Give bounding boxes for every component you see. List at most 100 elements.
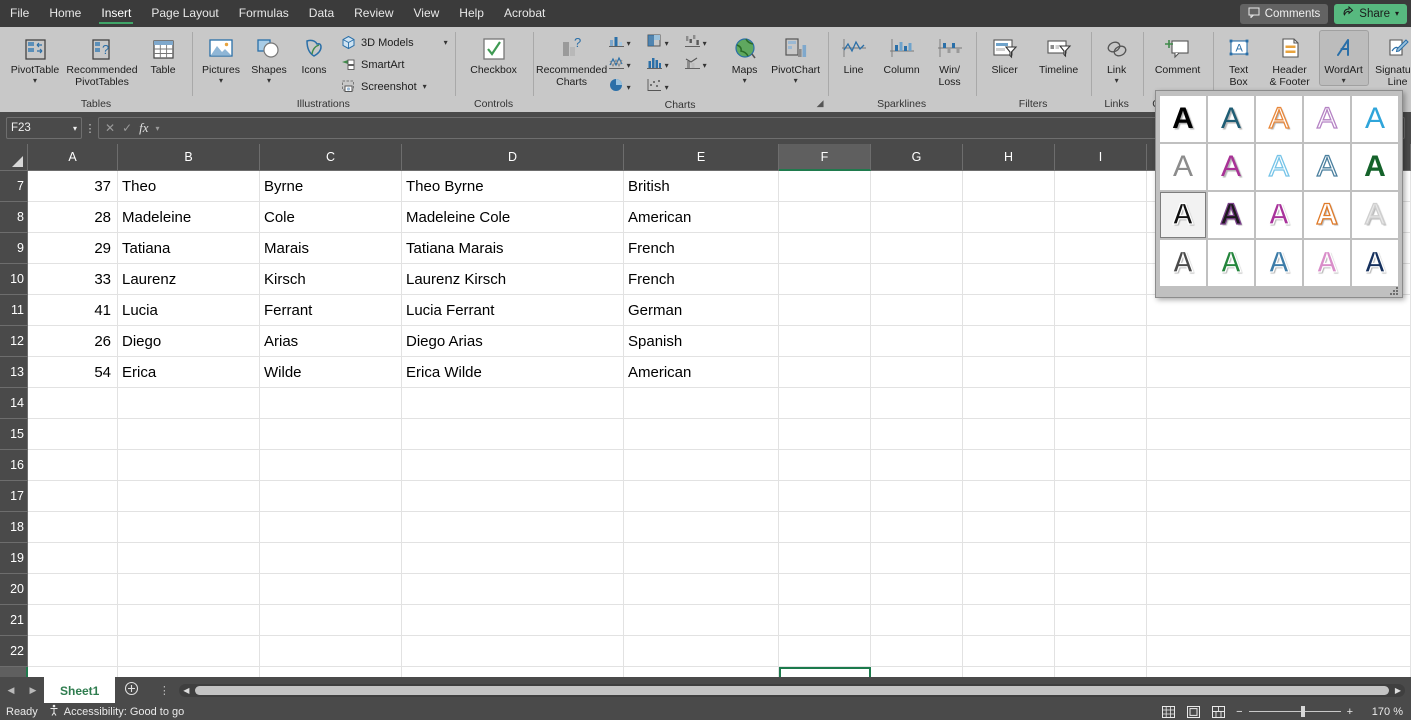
timeline-button[interactable]: Timeline bbox=[1031, 30, 1087, 78]
cell-G11[interactable] bbox=[871, 295, 963, 325]
cell-B9[interactable]: Tatiana bbox=[118, 233, 260, 263]
recommended-pivottables-button[interactable]: ? Recommended PivotTables bbox=[66, 30, 138, 89]
cell-B21[interactable] bbox=[118, 605, 260, 635]
cell-C21[interactable] bbox=[260, 605, 402, 635]
cell-A7[interactable]: 37 bbox=[28, 171, 118, 201]
cell-B17[interactable] bbox=[118, 481, 260, 511]
cell-A16[interactable] bbox=[28, 450, 118, 480]
cell-H10[interactable] bbox=[963, 264, 1055, 294]
chevron-down-icon[interactable]: ▾ bbox=[665, 83, 669, 92]
cell-F11[interactable] bbox=[779, 295, 871, 325]
shapes-button[interactable]: Shapes ▾ bbox=[247, 30, 291, 86]
cell-F19[interactable] bbox=[779, 543, 871, 573]
cell-E21[interactable] bbox=[624, 605, 779, 635]
page-layout-view-button[interactable] bbox=[1186, 705, 1201, 718]
horizontal-scrollbar[interactable]: ◀ ▶ bbox=[179, 683, 1405, 697]
cell-X18[interactable] bbox=[1147, 512, 1411, 542]
cell-I12[interactable] bbox=[1055, 326, 1147, 356]
column-header-C[interactable]: C bbox=[260, 144, 402, 171]
chevron-down-icon[interactable]: ▾ bbox=[73, 124, 77, 133]
select-all-corner[interactable] bbox=[0, 144, 28, 171]
row-header-9[interactable]: 9 bbox=[0, 233, 28, 264]
row-header-11[interactable]: 11 bbox=[0, 295, 28, 326]
wordart-style-4[interactable]: A bbox=[1304, 96, 1350, 142]
zoom-slider[interactable]: − + bbox=[1236, 706, 1353, 718]
cell-I19[interactable] bbox=[1055, 543, 1147, 573]
wordart-style-13[interactable]: A bbox=[1256, 192, 1302, 238]
cell-G8[interactable] bbox=[871, 202, 963, 232]
cell-C9[interactable]: Marais bbox=[260, 233, 402, 263]
row-header-16[interactable]: 16 bbox=[0, 450, 28, 481]
wordart-style-18[interactable]: A bbox=[1256, 240, 1302, 286]
cell-C11[interactable]: Ferrant bbox=[260, 295, 402, 325]
cell-A9[interactable]: 29 bbox=[28, 233, 118, 263]
cell-H22[interactable] bbox=[963, 636, 1055, 666]
checkbox-button[interactable]: Checkbox bbox=[459, 30, 529, 78]
zoom-in-button[interactable]: + bbox=[1347, 706, 1353, 718]
pivotchart-button[interactable]: PivotChart ▾ bbox=[768, 30, 824, 86]
split-handle[interactable]: ⋮ bbox=[155, 684, 173, 697]
cell-A15[interactable] bbox=[28, 419, 118, 449]
cell-B22[interactable] bbox=[118, 636, 260, 666]
page-break-view-button[interactable] bbox=[1211, 705, 1226, 718]
cell-G18[interactable] bbox=[871, 512, 963, 542]
wordart-style-12[interactable]: A bbox=[1208, 192, 1254, 238]
cell-H14[interactable] bbox=[963, 388, 1055, 418]
cell-I20[interactable] bbox=[1055, 574, 1147, 604]
accessibility-status[interactable]: Accessibility: Good to go bbox=[48, 704, 184, 719]
share-button[interactable]: Share ▾ bbox=[1334, 3, 1407, 24]
cell-G9[interactable] bbox=[871, 233, 963, 263]
cell-G10[interactable] bbox=[871, 264, 963, 294]
cell-B13[interactable]: Erica bbox=[118, 357, 260, 387]
name-box[interactable]: F23 ▾ bbox=[6, 117, 82, 139]
wordart-style-19[interactable]: A bbox=[1304, 240, 1350, 286]
cell-A10[interactable]: 33 bbox=[28, 264, 118, 294]
pictures-button[interactable]: Pictures ▾ bbox=[196, 30, 246, 86]
cell-B19[interactable] bbox=[118, 543, 260, 573]
wordart-style-1[interactable]: A bbox=[1160, 96, 1206, 142]
cell-E14[interactable] bbox=[624, 388, 779, 418]
cell-E16[interactable] bbox=[624, 450, 779, 480]
cell-B7[interactable]: Theo bbox=[118, 171, 260, 201]
statistic-chart-button[interactable]: ▾ bbox=[646, 54, 684, 76]
chevron-down-icon[interactable]: ▾ bbox=[423, 82, 427, 91]
cell-D7[interactable]: Theo Byrne bbox=[402, 171, 624, 201]
menu-item-home[interactable]: Home bbox=[39, 0, 91, 27]
chevron-down-icon[interactable]: ▾ bbox=[703, 61, 707, 70]
cell-X21[interactable] bbox=[1147, 605, 1411, 635]
column-header-E[interactable]: E bbox=[624, 144, 779, 171]
cell-A17[interactable] bbox=[28, 481, 118, 511]
cell-I22[interactable] bbox=[1055, 636, 1147, 666]
scroll-left-icon[interactable]: ◀ bbox=[179, 686, 193, 695]
cell-E18[interactable] bbox=[624, 512, 779, 542]
cell-C10[interactable]: Kirsch bbox=[260, 264, 402, 294]
cell-H12[interactable] bbox=[963, 326, 1055, 356]
column-header-D[interactable]: D bbox=[402, 144, 624, 171]
row-header-8[interactable]: 8 bbox=[0, 202, 28, 233]
wordart-button[interactable]: WordArt ▾ bbox=[1318, 30, 1369, 86]
cell-I8[interactable] bbox=[1055, 202, 1147, 232]
wordart-style-9[interactable]: A bbox=[1304, 144, 1350, 190]
prev-sheet-button[interactable]: ◀ bbox=[0, 685, 22, 696]
cell-E17[interactable] bbox=[624, 481, 779, 511]
chevron-down-icon[interactable]: ▾ bbox=[743, 76, 747, 85]
combo-chart-button[interactable]: ▾ bbox=[684, 54, 722, 76]
cell-H18[interactable] bbox=[963, 512, 1055, 542]
column-header-G[interactable]: G bbox=[871, 144, 963, 171]
chevron-down-icon[interactable]: ▾ bbox=[1342, 76, 1346, 85]
chevron-down-icon[interactable]: ▾ bbox=[1115, 76, 1119, 85]
cell-D11[interactable]: Lucia Ferrant bbox=[402, 295, 624, 325]
cell-H11[interactable] bbox=[963, 295, 1055, 325]
cell-G7[interactable] bbox=[871, 171, 963, 201]
row-header-18[interactable]: 18 bbox=[0, 512, 28, 543]
cell-A21[interactable] bbox=[28, 605, 118, 635]
cell-I15[interactable] bbox=[1055, 419, 1147, 449]
cell-I7[interactable] bbox=[1055, 171, 1147, 201]
cell-F13[interactable] bbox=[779, 357, 871, 387]
chevron-down-icon[interactable]: ▾ bbox=[665, 39, 669, 48]
chevron-down-icon[interactable]: ▾ bbox=[627, 61, 631, 70]
cell-C18[interactable] bbox=[260, 512, 402, 542]
slicer-button[interactable]: Slicer bbox=[980, 30, 1030, 78]
cell-G13[interactable] bbox=[871, 357, 963, 387]
cell-I17[interactable] bbox=[1055, 481, 1147, 511]
